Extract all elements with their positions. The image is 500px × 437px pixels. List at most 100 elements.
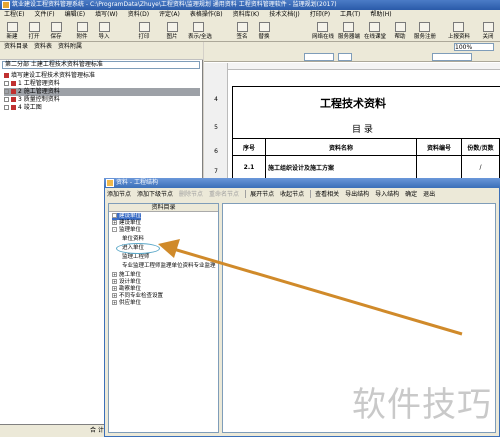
expand-icon[interactable]: [4, 81, 9, 86]
window-title: 筑业建设工程资料管理系统 - C:\ProgramData\Zhuye\工程资料…: [12, 1, 337, 8]
ok-button[interactable]: 确定: [405, 189, 417, 198]
tree-item[interactable]: 1 工程管理资料: [4, 80, 60, 88]
save-button[interactable]: 保存: [46, 21, 66, 41]
cell-name[interactable]: 施工组织设计及施工方案: [265, 155, 417, 179]
dialog-node[interactable]: + 设计单位: [112, 279, 141, 286]
replace-icon: [258, 22, 270, 32]
rename-node-button[interactable]: 重命名节点: [209, 189, 239, 198]
add-child-node-button[interactable]: 添加下级节点: [137, 189, 173, 198]
upload-button[interactable]: 上报资料: [448, 21, 470, 41]
sign-button[interactable]: 签名: [232, 21, 252, 41]
row-number: 4: [214, 96, 218, 103]
expand-icon[interactable]: +: [112, 293, 117, 298]
expand-icon[interactable]: [4, 89, 9, 94]
attachment-button[interactable]: 附件: [72, 21, 92, 41]
cell-seq[interactable]: 2.1: [232, 155, 266, 179]
dialog-tree-header: 资料目录: [109, 204, 218, 212]
expand-icon[interactable]: +: [112, 279, 117, 284]
font-toolbar: [204, 52, 500, 62]
tab-catalog[interactable]: 资料目录: [4, 42, 28, 51]
import-button[interactable]: 导入: [94, 21, 114, 41]
expand-icon[interactable]: [4, 105, 9, 110]
expand-icon[interactable]: [4, 97, 9, 102]
view-related-button[interactable]: 查看相关: [315, 189, 339, 198]
menu-print[interactable]: 打印(P): [310, 10, 330, 20]
left-mini-toolbar: [0, 51, 203, 60]
catalog-select[interactable]: 第二分部 土建工程技术资料管理标准: [2, 61, 200, 69]
menu-table[interactable]: 表格操作(B): [190, 10, 223, 20]
folder-icon: [11, 105, 16, 110]
header-number: 资料编号: [416, 138, 462, 156]
dialog-node[interactable]: + 勘察单位: [112, 286, 141, 293]
import-icon: [98, 22, 110, 32]
exit-button[interactable]: 退出: [423, 189, 435, 198]
dialog-node[interactable]: 单位资料: [122, 236, 144, 243]
folder-icon: [11, 97, 16, 102]
import-structure-button[interactable]: 导入结构: [375, 189, 399, 198]
printer-icon: [138, 22, 150, 32]
menu-edit[interactable]: 编辑(E): [65, 10, 85, 20]
tree-item-selected[interactable]: 2 施工管理资料: [4, 88, 200, 96]
tree-item[interactable]: 填写建设工程技术资料管理标准: [4, 72, 95, 80]
cell-number[interactable]: [416, 155, 462, 179]
image-button[interactable]: 图片: [162, 21, 182, 41]
font-size-select[interactable]: [338, 53, 352, 61]
replace-button[interactable]: 替换: [254, 21, 274, 41]
tree-item[interactable]: 4 竣工图: [4, 104, 42, 112]
online-button[interactable]: 网络在线: [312, 21, 334, 41]
dialog-node[interactable]: 监理工程师: [122, 254, 150, 261]
new-file-icon: [6, 22, 18, 32]
collapse-nodes-button[interactable]: 收起节点: [280, 189, 304, 198]
save-icon: [50, 22, 62, 32]
menu-file[interactable]: 文件(F): [34, 10, 54, 20]
select-all-button[interactable]: 表示/全选: [188, 21, 212, 41]
register-button[interactable]: 服务注册: [414, 21, 436, 41]
open-folder-icon: [28, 22, 40, 32]
menu-library[interactable]: 资料库(K): [233, 10, 260, 20]
expand-icon[interactable]: +: [112, 286, 117, 291]
menu-tech-docs[interactable]: 技术文档(J): [269, 10, 299, 20]
cell-pages[interactable]: /: [461, 155, 500, 179]
row-number: 5: [214, 124, 218, 131]
delete-node-button[interactable]: 删除节点: [179, 189, 203, 198]
dialog-node[interactable]: + 施工单位: [112, 272, 141, 279]
dialog-node[interactable]: + 建设单位: [112, 220, 141, 227]
menu-project[interactable]: 工程(E): [4, 10, 24, 20]
tab-attachments[interactable]: 资料附属: [58, 42, 82, 51]
arrow-shaft: [169, 246, 463, 336]
add-node-button[interactable]: 添加节点: [107, 189, 131, 198]
new-button[interactable]: 新建: [2, 21, 22, 41]
server-icon: [342, 22, 354, 32]
expand-icon[interactable]: +: [112, 272, 117, 277]
collapse-icon[interactable]: -: [112, 227, 117, 232]
export-structure-button[interactable]: 导出结构: [345, 189, 369, 198]
format-toolbar: 100%: [204, 42, 500, 52]
style-select[interactable]: [432, 53, 472, 61]
collapse-icon[interactable]: -: [112, 213, 117, 218]
dialog-node[interactable]: - 建设单位: [112, 213, 142, 220]
menu-fill[interactable]: 填写(W): [95, 10, 118, 20]
help-button[interactable]: 帮助: [390, 21, 410, 41]
expand-nodes-button[interactable]: 展开节点: [250, 189, 274, 198]
network-icon: [316, 22, 328, 32]
tree-item[interactable]: 3 质量控制资料: [4, 96, 60, 104]
online-class-button[interactable]: 在线课堂: [364, 21, 386, 41]
open-button[interactable]: 打开: [24, 21, 44, 41]
print-button[interactable]: 打印: [134, 21, 154, 41]
window-title-bar: 筑业建设工程资料管理系统 - C:\ProgramData\Zhuye\工程资料…: [0, 0, 500, 10]
help-icon: [394, 22, 406, 32]
server-button[interactable]: 服务器端: [338, 21, 360, 41]
menu-data[interactable]: 资料(D): [128, 10, 149, 20]
dialog-node[interactable]: + 供应单位: [112, 300, 141, 307]
expand-icon[interactable]: +: [112, 300, 117, 305]
signature-icon: [236, 22, 248, 32]
menu-tools[interactable]: 工具(T): [340, 10, 360, 20]
font-family-select[interactable]: [304, 53, 334, 61]
menu-evaluate[interactable]: 评定(A): [159, 10, 180, 20]
dialog-node[interactable]: - 监理单位: [112, 227, 141, 234]
tab-tables[interactable]: 资料表: [34, 42, 52, 51]
zoom-select[interactable]: 100%: [454, 43, 494, 51]
menu-help[interactable]: 帮助(H): [370, 10, 391, 20]
expand-icon[interactable]: +: [112, 220, 117, 225]
close-button[interactable]: 关闭: [478, 21, 498, 41]
